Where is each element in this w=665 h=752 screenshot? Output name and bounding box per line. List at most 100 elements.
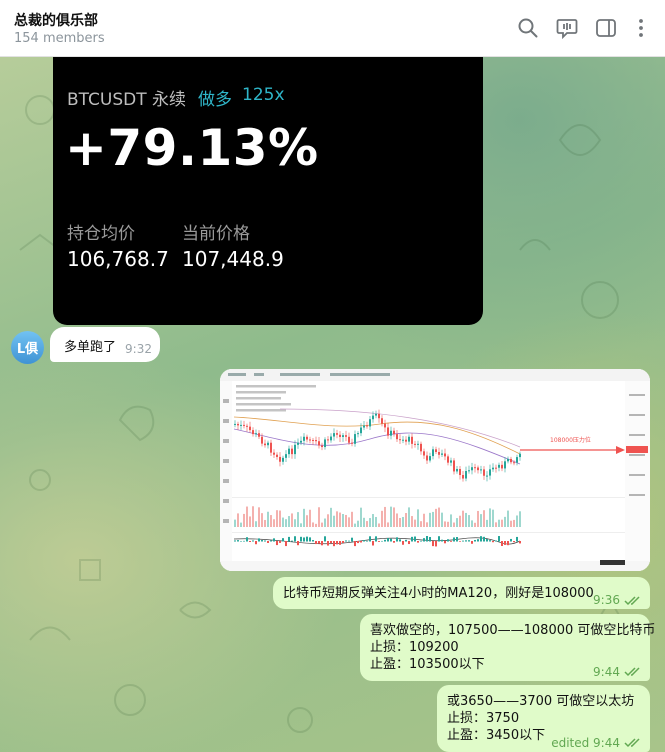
volume-bar [354,523,356,527]
volume-bar [420,521,422,527]
candle-body [456,468,458,472]
candle-body [360,427,362,434]
macd-bar [375,536,377,542]
candle-body [258,433,260,437]
volume-bar [513,519,515,527]
macd-bar [447,539,449,542]
candle-body [342,435,344,437]
candle-body [429,456,431,461]
candle-body [255,433,257,435]
volume-bar [300,523,302,527]
volume-bar [267,511,269,527]
volume-bar [408,507,410,527]
candle-body [240,424,242,426]
volume-bar [327,514,329,527]
volume-bar [465,512,467,527]
candle-body [438,451,440,455]
search-icon[interactable] [516,16,540,40]
macd-bar [465,540,467,542]
macd-bar [276,541,278,546]
incoming-message[interactable]: 多单跑了 9:32 [50,327,160,362]
candle-body [519,453,521,458]
candle-body [441,453,443,455]
volume-bar [288,516,290,527]
chart-image-message[interactable]: 108000压力位 [220,369,650,571]
pnl-share-image[interactable]: BTCUSDT 永续 做多 125x +79.13% 持仓均价 当前价格 106… [53,57,483,325]
macd-bar [456,537,458,542]
macd-bar [441,539,443,542]
volume-bar [510,520,512,527]
macd-bar [399,539,401,542]
macd-bar [261,540,263,542]
video-chat-icon[interactable] [555,16,579,40]
candle-body [333,433,335,437]
macd-bar [444,541,446,544]
macd-bar [339,541,341,545]
candle-body [510,458,512,463]
macd-bar [435,541,437,547]
macd-bar [288,536,290,542]
macd-bar [510,538,512,542]
volume-bar [306,515,308,527]
candle-body [261,436,263,444]
candle-body [324,439,326,448]
candle-body [288,448,290,455]
volume-bar [318,507,320,527]
macd-bar [258,538,260,542]
more-vertical-icon[interactable] [629,16,653,40]
volume-bar [399,517,401,527]
candle-body [246,425,248,427]
macd-bar [462,540,464,542]
candle-body [234,423,236,425]
entry-price-label: 持仓均价 [67,224,135,244]
sidebar-toggle-icon[interactable] [594,16,618,40]
candle-body [300,440,302,443]
volume-bar [333,515,335,527]
macd-bar [249,541,251,543]
candle-body [252,430,254,435]
macd-bar [252,540,254,542]
outgoing-message[interactable]: 或3650——3700 可做空以太坊 止损：3750 止盈：3450以下 edi… [437,685,650,752]
macd-bar [246,537,248,542]
read-checkmarks-icon [624,667,640,677]
candle-body [378,413,380,419]
volume-bar [252,506,254,527]
avatar[interactable]: L俱 [11,331,44,364]
candle-body [273,452,275,455]
volume-bar [507,510,509,527]
volume-bar [516,515,518,527]
candle-body [411,436,413,444]
message-text: 多单跑了 [64,340,117,355]
candle-body [318,441,320,446]
candle-body [321,445,323,448]
chat-header: 总裁的俱乐部 154 members [0,0,665,57]
volume-bar [309,509,311,527]
outgoing-message[interactable]: 喜欢做空的，107500——108000 可做空比特币 止损：109200 止盈… [360,614,655,681]
volume-bar [414,519,416,527]
volume-bar [363,517,365,527]
macd-bar [333,541,335,547]
macd-bar [492,541,494,543]
volume-bar [375,516,377,527]
read-checkmarks-icon [624,596,640,606]
outgoing-message[interactable]: 比特币短期反弹关注4小时的MA120，刚好是108000 9:36 [273,577,650,609]
candle-body [276,454,278,457]
candle-body [453,460,455,472]
macd-bar [513,541,515,543]
message-text: 止损：3750 [447,711,520,726]
macd-bar [486,539,488,542]
candle-body [267,442,269,446]
macd-bar [360,541,362,543]
chat-title[interactable]: 总裁的俱乐部 [14,10,98,30]
volume-bar [435,508,437,527]
volume-bar [447,521,449,527]
candle-body [480,469,482,471]
candle-body [465,471,467,479]
candle-body [357,433,359,435]
candle-body [345,435,347,437]
volume-bar [396,513,398,527]
volume-bar [468,515,470,527]
candle-body [369,419,371,427]
candle-body [243,424,245,426]
macd-bar [255,541,257,545]
